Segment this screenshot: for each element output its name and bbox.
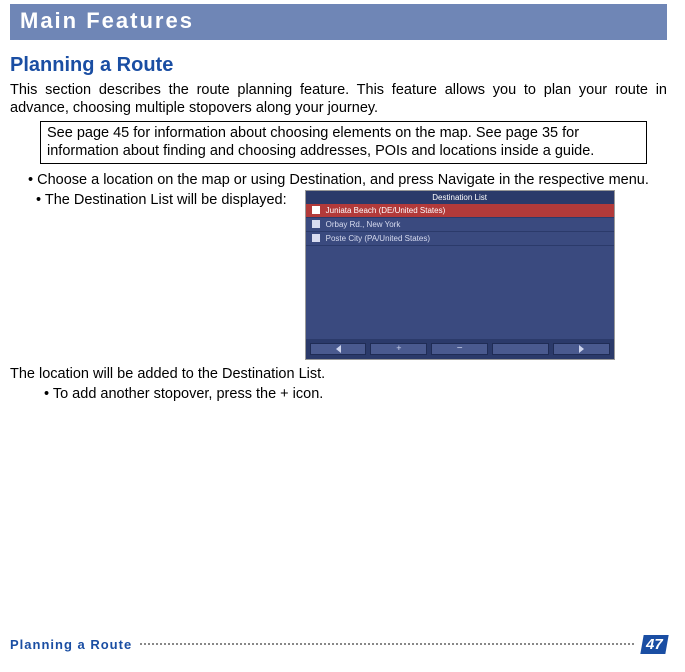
options-button[interactable] [492,343,549,355]
header-bar: Main Features [10,4,667,40]
after-image-text: The location will be added to the Destin… [10,366,667,382]
minus-icon: − [457,344,463,354]
bullet-destination-list: • The Destination List will be displayed… [36,192,287,208]
list-item[interactable]: Orbay Rd., New York [306,218,614,232]
plus-icon: + [396,344,401,353]
destination-list-title: Destination List [306,191,614,204]
list-item-label: Poste City (PA/United States) [326,234,430,243]
note-box: See page 45 for information about choosi… [40,121,647,163]
list-item-label: Juniata Beach (DE/United States) [326,206,446,215]
chevron-left-icon [336,345,341,353]
page-number: 47 [646,636,663,653]
footer-section-label: Planning a Route [10,637,132,652]
intro-text: This section describes the route plannin… [10,81,667,117]
page-number-badge: 47 [641,635,669,654]
add-button[interactable]: + [370,343,427,355]
page-footer: Planning a Route 47 [10,635,667,654]
destination-list-screenshot: Destination List Juniata Beach (DE/Unite… [305,190,615,360]
header-title: Main Features [20,8,657,34]
destination-list-footer: + − [306,339,614,359]
bullet-choose-location: • Choose a location on the map or using … [28,172,667,188]
footer-divider [140,643,634,645]
prev-button[interactable] [310,343,367,355]
list-item[interactable]: Juniata Beach (DE/United States) [306,204,614,218]
destination-icon [312,234,320,242]
page: Main Features Planning a Route This sect… [0,4,685,672]
destination-icon [312,206,320,214]
next-button[interactable] [553,343,610,355]
list-item[interactable]: Poste City (PA/United States) [306,232,614,246]
destination-icon [312,220,320,228]
remove-button[interactable]: − [431,343,488,355]
list-spacer [306,246,614,339]
bullet-add-stopover: • To add another stopover, press the + i… [44,386,667,402]
chevron-right-icon [579,345,584,353]
row-with-image: • The Destination List will be displayed… [10,190,667,360]
list-item-label: Orbay Rd., New York [326,220,401,229]
section-title: Planning a Route [10,54,667,77]
